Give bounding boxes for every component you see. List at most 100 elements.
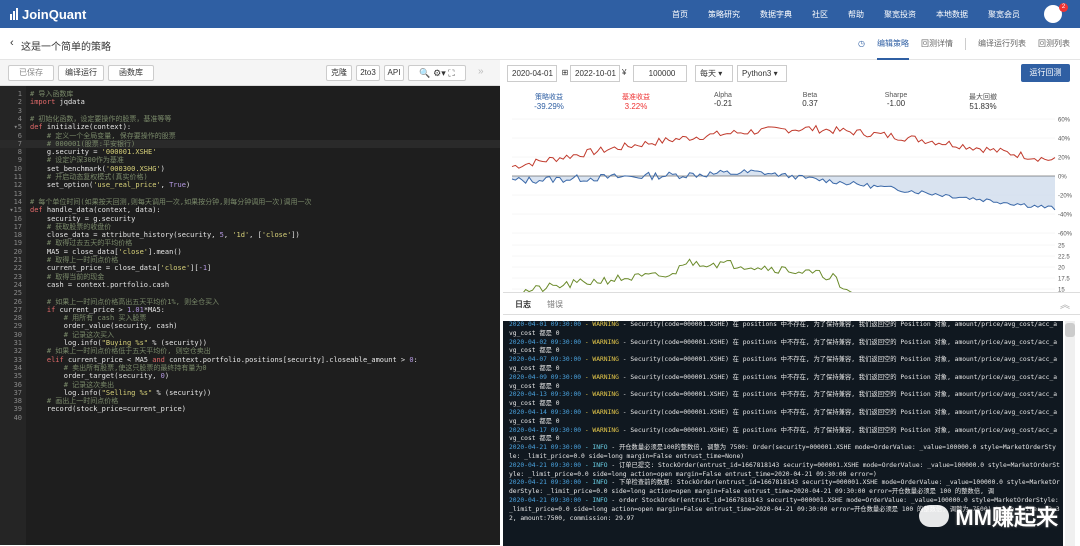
code-line: 1 # 导入函数库 (0, 90, 500, 98)
code-token: security = g.security (30, 214, 136, 223)
log-token: 2020-04-01 09:30:00 (509, 321, 582, 328)
y-tick-label: -60% (1058, 232, 1073, 238)
date-separator: ⊞ (560, 65, 570, 82)
y-tick-label: -40% (1058, 213, 1073, 219)
line-number: 8 (17, 148, 22, 157)
log-token: le: _limit_price=0.0 side=long margin=Fa… (509, 452, 745, 460)
logo[interactable]: JoinQuant (10, 7, 86, 22)
line-number: 30 (13, 330, 22, 339)
log-token: - 开仓数量必须是100的整数倍, 调整为 7500: Order(securi… (611, 444, 1056, 452)
search-icon[interactable]: 🔍 (419, 68, 430, 78)
fullscreen-icon[interactable]: ⛶ (448, 68, 454, 78)
code-line: 17 # 获取股票的收盘价 (0, 223, 500, 231)
code-line: 6 # 定义一个全局变量, 保存要操作的股票 (0, 132, 500, 140)
tab-backtest-list[interactable]: 回测列表 (1038, 28, 1070, 60)
code-line: 20 MA5 = close_data['close'].mean() (0, 248, 500, 256)
strategy-title[interactable]: 这是一个简单的策略 (21, 38, 111, 53)
frequency-select[interactable]: 每天 ▾ (695, 65, 733, 82)
code-line: 3 (0, 107, 500, 115)
capital-input[interactable]: 100000 (633, 65, 687, 82)
line-number: 34 (13, 363, 22, 372)
nav-link[interactable]: 本地数据 (936, 9, 968, 20)
nav-link[interactable]: 数据字典 (760, 9, 792, 20)
tab-edit-strategy[interactable]: 编辑策略 (877, 28, 909, 60)
metric-value: 0.37 (802, 99, 818, 108)
nav-link[interactable]: 聚宽会员 (988, 9, 1020, 20)
nav-link[interactable]: 首页 (672, 9, 688, 20)
code-token: current_price = close_data[ (30, 264, 161, 273)
code-token: ] (207, 264, 212, 273)
compile-run-button[interactable]: 编译运行 (58, 65, 104, 81)
log-token: 2020-04-09 09:30:00 (509, 373, 582, 381)
code-token: # 如果上一时间点价格低于五天平均价, 则空仓卖出 (30, 347, 211, 356)
log-token: derStyle: _limit_price=0.0 side=long act… (509, 488, 994, 496)
line-number: 16 (13, 214, 22, 223)
nav-link[interactable]: 策略研究 (708, 9, 740, 20)
editor-toolbar: 已保存 编译运行 函数库 克隆 2to3 API 🔍 ⚙▾ ⛶ » (0, 60, 500, 86)
log-token: - Security(code=000001.XSHE) 在 positions… (622, 426, 1058, 434)
code-token: # 用所有 cash 买入股票 (30, 314, 147, 323)
metric-value: 3.22% (624, 102, 648, 111)
y-tick-label: 20 (1058, 266, 1065, 272)
clock-icon[interactable]: ◷ (858, 28, 865, 60)
y-tick-label: -20% (1058, 194, 1073, 200)
back-chevron-icon[interactable]: ‹ (10, 37, 14, 49)
y-tick-label: 22.5 (1058, 255, 1070, 261)
collapse-panel-icon[interactable]: » (478, 66, 484, 77)
python-version-select[interactable]: Python3 ▾ (737, 65, 787, 82)
log-token: - INFO (581, 461, 612, 469)
library-button[interactable]: 函数库 (108, 65, 154, 81)
collapse-log-icon[interactable]: ︽ (1060, 296, 1070, 311)
gear-icon[interactable]: ⚙ (433, 68, 441, 78)
nav-link[interactable]: 聚宽投资 (884, 9, 916, 20)
backtest-params: 2020-04-01 ⊞ 2022-10-01 ¥ 100000 每天 ▾ Py… (503, 60, 1080, 86)
run-backtest-button[interactable]: 运行回测 (1021, 64, 1070, 82)
line-number: 24 (13, 280, 22, 289)
log-token: - INFO (581, 444, 612, 452)
log-token: - Security(code=000001.XSHE) 在 positions… (622, 391, 1058, 399)
nav-link[interactable]: 社区 (812, 9, 828, 20)
tab-compile-list[interactable]: 编译运行列表 (978, 28, 1026, 60)
log-line: 2020-04-13 09:30:00 - WARNING - Security… (503, 391, 1063, 400)
tab-log[interactable]: 日志 (515, 299, 531, 310)
code-line: ▾15 def handle_data(context, data): (0, 206, 500, 214)
metric-label: 策略收益 (535, 94, 563, 101)
nav-link[interactable]: 帮助 (848, 9, 864, 20)
code-token: set_benchmark( (30, 164, 106, 173)
log-token: 2020-04-14 09:30:00 (509, 408, 582, 416)
log-scrollbar[interactable] (1065, 321, 1075, 546)
right-tabs: ◷ 编辑策略 回测详情 编译运行列表 回测列表 (846, 28, 1070, 60)
code-token: order_target(security, (30, 372, 161, 381)
code-token: # 导入函数库 (30, 90, 74, 98)
line-number: 25 (13, 289, 22, 298)
code-line: 33 elif current_price < MA5 and context.… (0, 356, 500, 364)
2to3-button[interactable]: 2to3 (356, 65, 380, 81)
log-token: 2020-04-17 09:30:00 (509, 426, 582, 434)
clone-button[interactable]: 克隆 (326, 65, 352, 81)
tab-errors[interactable]: 错误 (547, 299, 563, 310)
code-editor[interactable]: 1 # 导入函数库 2 import jqdata 3 4 # 初始化函数，设定要操作的股票… (0, 86, 500, 545)
log-token: - Security(code=000001.XSHE) 在 positions… (622, 338, 1058, 346)
code-line: 7 # 000001(股票:平安银行) (0, 139, 500, 149)
log-token: vg_cost 都是 0 (509, 347, 560, 355)
scroll-thumb[interactable] (1065, 323, 1075, 337)
line-number: 13 (13, 189, 22, 198)
start-date-input[interactable]: 2020-04-01 (507, 65, 557, 82)
tab-backtest-detail[interactable]: 回测详情 (921, 28, 953, 60)
log-line: 2020-04-17 09:30:00 - WARNING - Security… (503, 427, 1063, 436)
log-line: 2020-04-14 09:30:00 - WARNING - Security… (503, 409, 1063, 418)
end-date-input[interactable]: 2022-10-01 (570, 65, 620, 82)
save-button[interactable]: 已保存 (8, 65, 54, 81)
code-line: 22 current_price = close_data['close'][-… (0, 264, 500, 272)
api-button[interactable]: API (384, 65, 404, 81)
code-token: '1d' (232, 231, 250, 240)
code-token: current_price > (59, 305, 127, 314)
code-token: 1.01 (126, 305, 144, 314)
code-token: # 设定沪深300作为基准 (30, 156, 124, 165)
code-token: handle_data(context, data): (46, 206, 161, 215)
code-line: 14 # 每个单位时间(如果按天回测,则每天调用一次,如果按分钟,则每分钟调用一次… (0, 198, 500, 206)
logo-icon (10, 8, 18, 20)
code-line: 36 # 记录这次卖出 (0, 381, 500, 389)
metric-label: Sharpe (884, 92, 908, 99)
code-line: 25 (0, 289, 500, 297)
